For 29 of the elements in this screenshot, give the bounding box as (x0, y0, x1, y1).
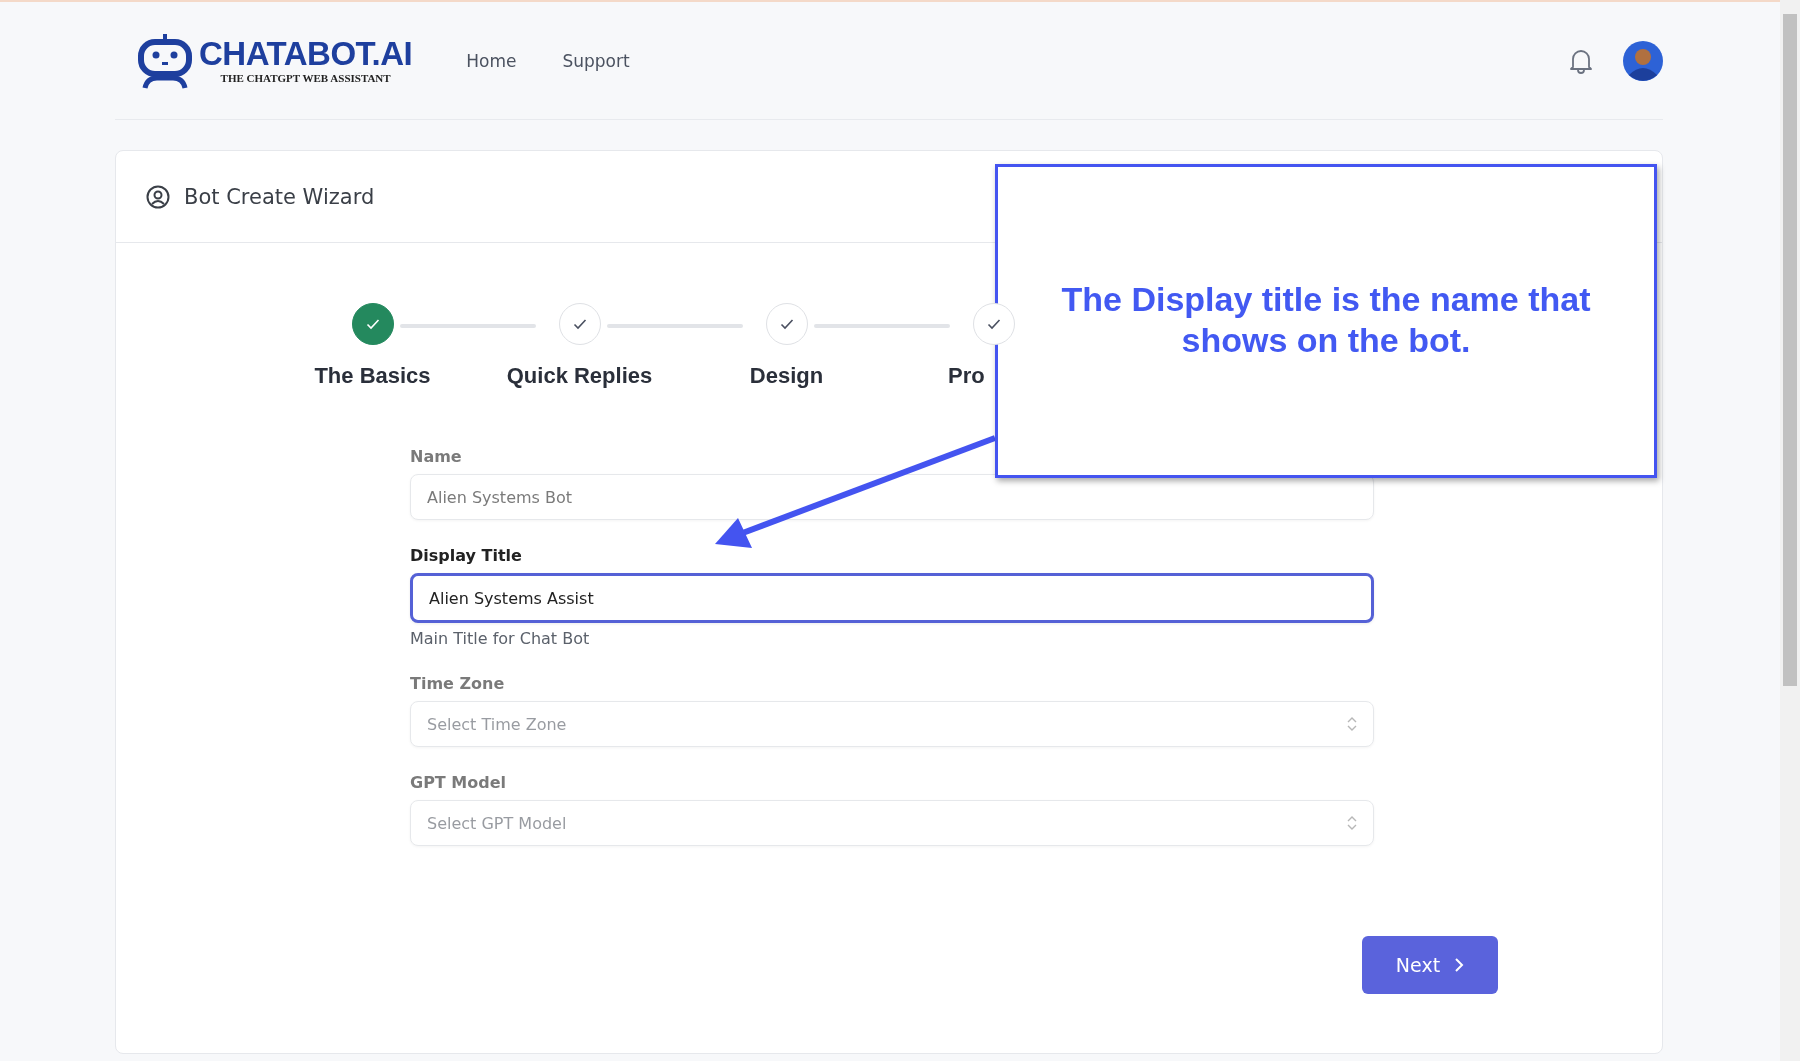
step-indicator[interactable] (351, 303, 394, 345)
user-circle-icon (146, 184, 170, 209)
select-field[interactable]: Select Time Zone (410, 701, 1374, 747)
step-label: Quick Replies (506, 363, 653, 389)
next-button[interactable]: Next (1362, 936, 1498, 994)
callout-text: The Display title is the name that shows on the bot. (1060, 279, 1592, 361)
field-label: Time Zone (410, 674, 506, 693)
select-field[interactable]: Select GPT Model (410, 800, 1374, 846)
field-help-text: Main Title for Chat Bot (410, 629, 591, 648)
avatar-icon[interactable] (1623, 40, 1663, 81)
up-down-chevron-icon (1347, 716, 1357, 732)
up-down-chevron-icon (1347, 815, 1357, 831)
nav-link[interactable]: Support (562, 50, 630, 71)
scrollbar[interactable] (1780, 0, 1800, 1061)
step-label: Design (749, 363, 824, 389)
field-label: Name (410, 447, 463, 466)
step-label: Pro (948, 363, 985, 389)
logo-tagline: THE CHATGPT WEB ASSISTANT (220, 72, 391, 84)
card-title: Bot Create Wizard (184, 184, 375, 209)
chevron-right-icon (1454, 957, 1465, 973)
robot-logo-icon (137, 31, 193, 90)
field-label: Display Title (410, 546, 523, 565)
text-field[interactable]: Alien Systems Bot (410, 474, 1374, 520)
nav-link[interactable]: Home (466, 50, 517, 71)
field-label: GPT Model (410, 773, 508, 792)
step-label: The Basics (314, 363, 431, 389)
logo-name: CHATABOT.AI (199, 37, 413, 70)
text-field[interactable]: Alien Systems Assist (410, 573, 1374, 623)
bell-icon[interactable] (1569, 47, 1593, 74)
